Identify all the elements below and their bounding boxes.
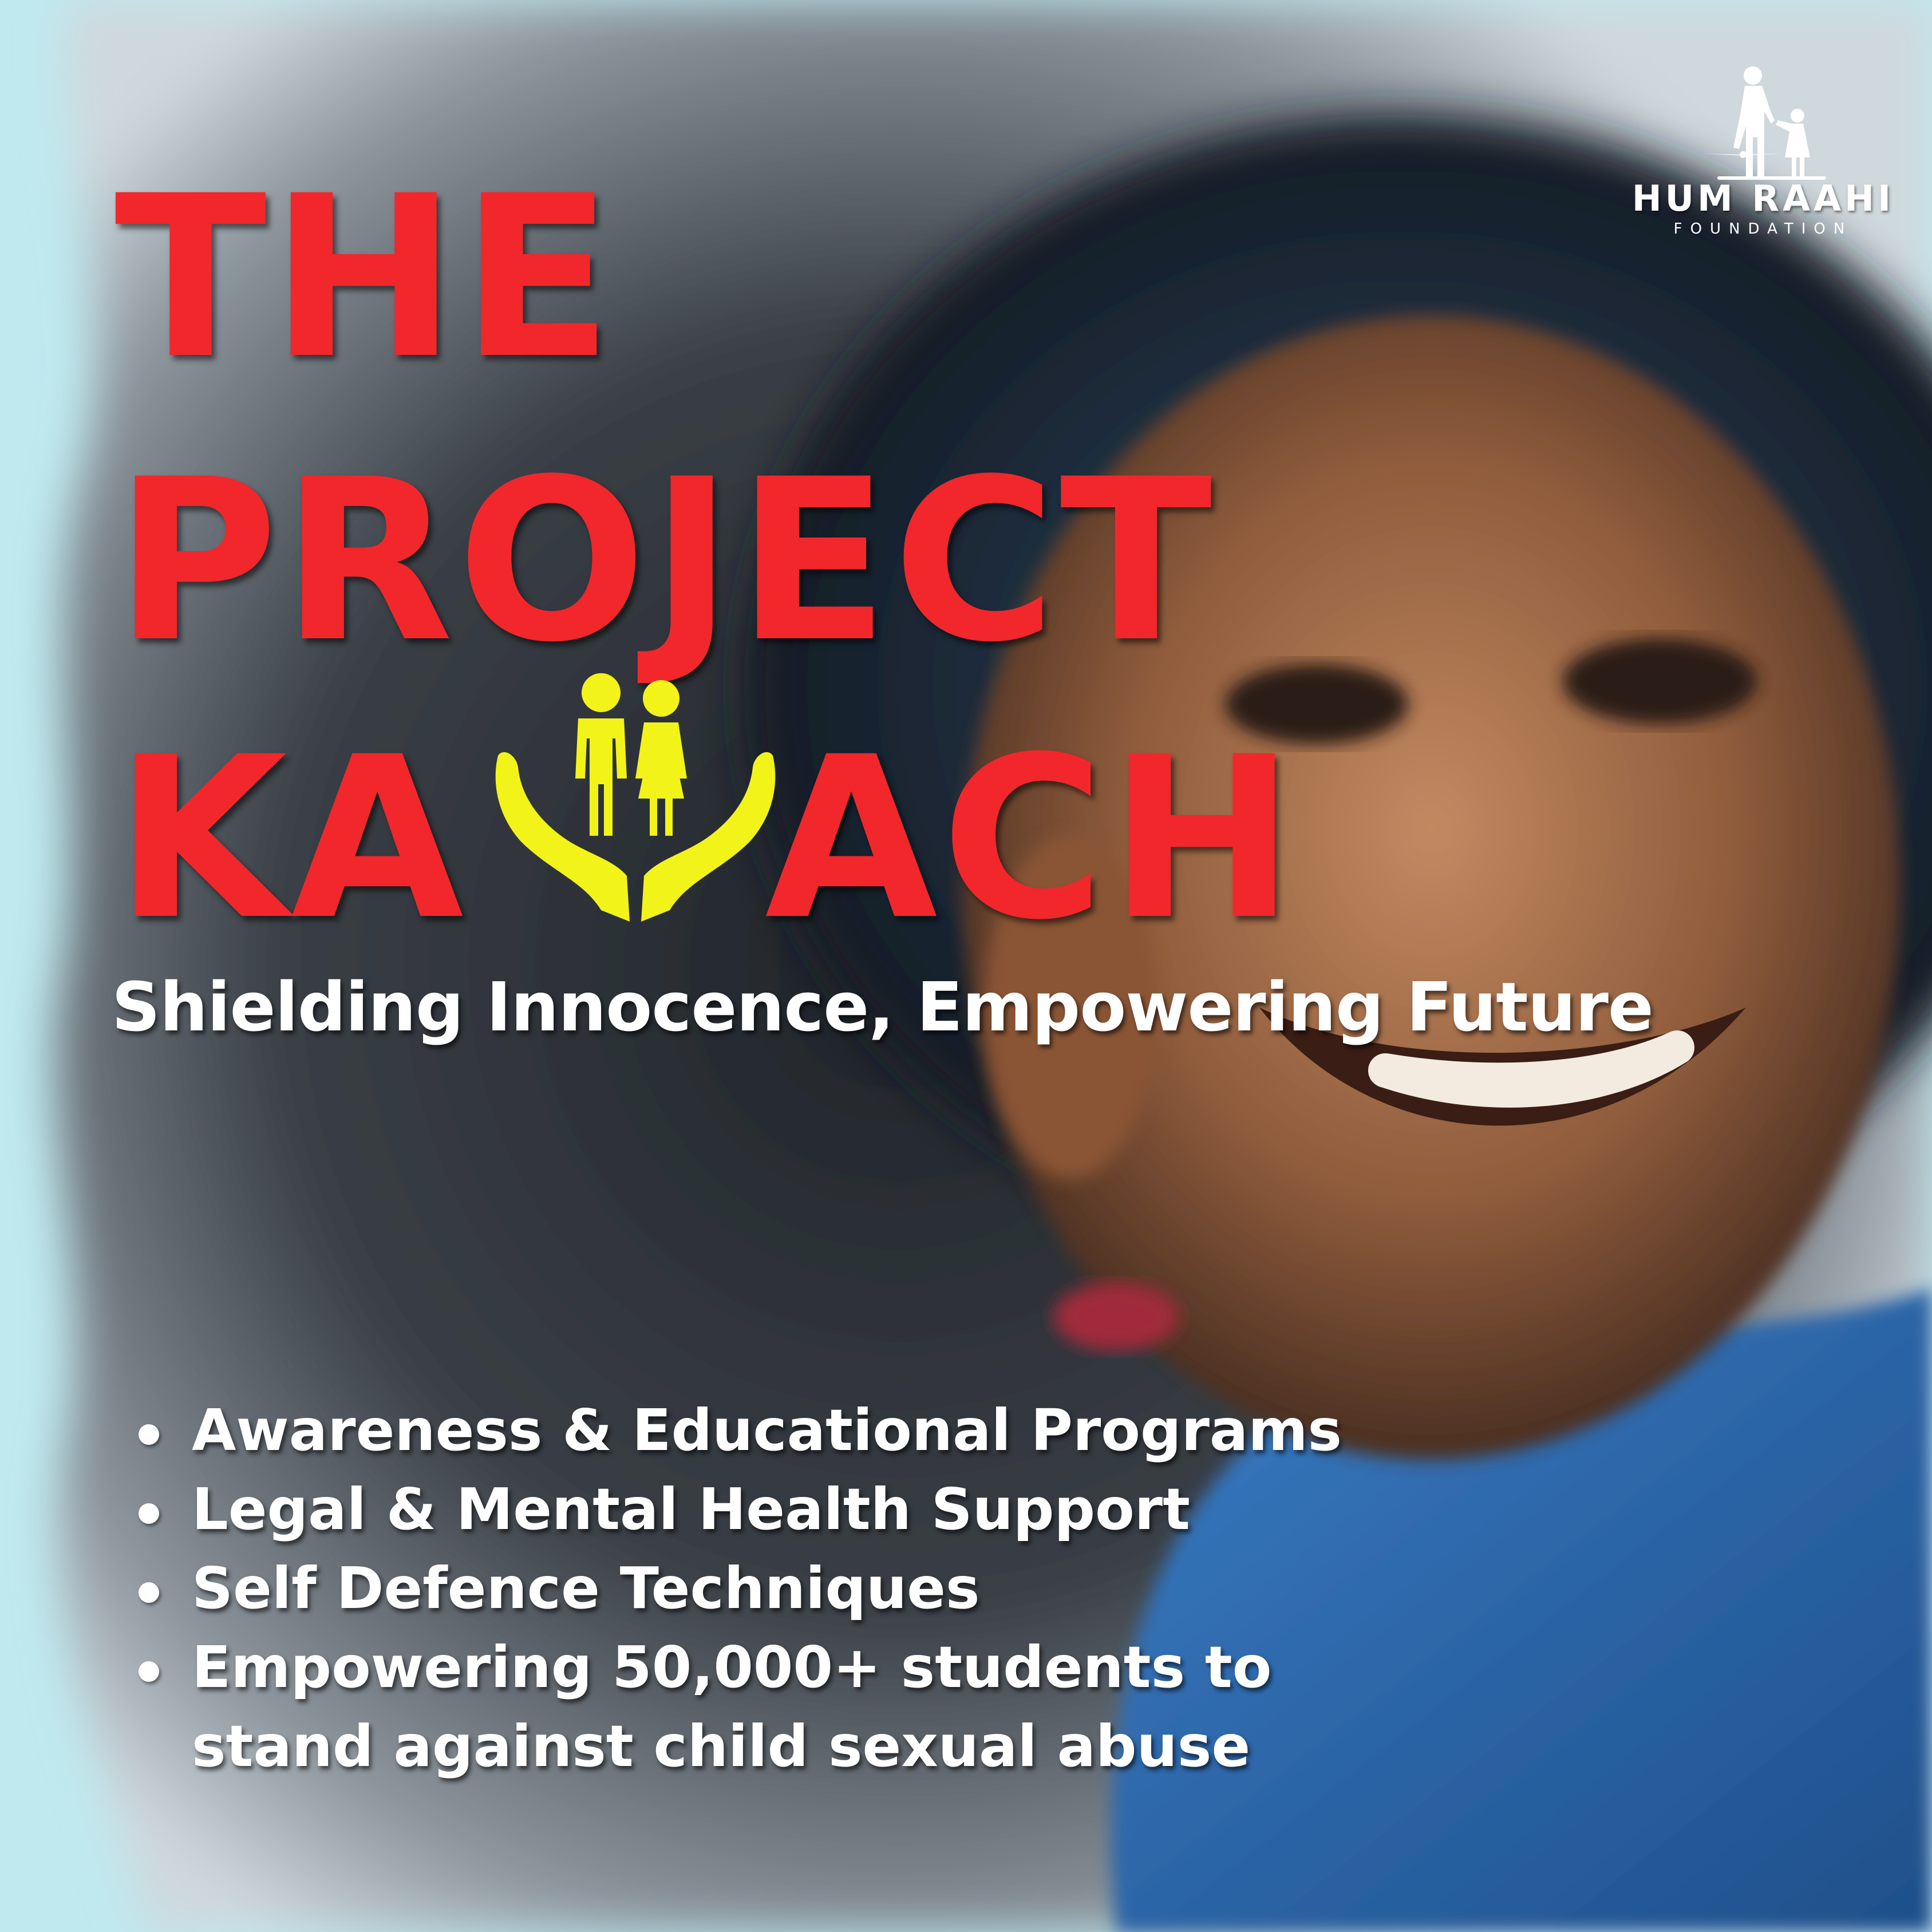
bullet-icon (139, 1582, 159, 1603)
feature-text: Awareness & Educational Programs (192, 1397, 1342, 1464)
list-item: Legal & Mental Health Support (132, 1470, 1342, 1549)
title-line-project: PROJECT (114, 431, 1216, 691)
bullet-icon (139, 1503, 159, 1524)
list-item: Self Defence Techniques (132, 1549, 1342, 1628)
feature-text: Self Defence Techniques (192, 1555, 980, 1622)
bullet-icon (139, 1661, 159, 1682)
poster: THE PROJECT KA ACH Shielding Innocence, E… (0, 0, 1932, 1932)
sparkle-icon (1703, 151, 1783, 158)
title-kavach-start: KA (114, 709, 468, 969)
list-item: Empowering 50,000+ students to stand agai… (132, 1628, 1342, 1786)
logo-name: HUM RAAHI (1631, 177, 1895, 219)
title-kavach-end: ACH (765, 709, 1299, 969)
title-line-the: THE (114, 148, 617, 408)
tagline: Shielding Innocence, Empowering Future (112, 967, 1654, 1046)
feature-text: Legal & Mental Health Support (192, 1476, 1190, 1543)
list-item: Awareness & Educational Programs (132, 1391, 1342, 1470)
children-in-hands-icon (495, 673, 776, 922)
feature-list: Awareness & Educational Programs Legal &… (132, 1391, 1342, 1786)
bullet-icon (139, 1424, 159, 1445)
logo-subtitle: FOUNDATION (1673, 220, 1853, 238)
feature-text-continued: stand against child sexual abuse (192, 1713, 1251, 1780)
feature-text: Empowering 50,000+ students to (192, 1634, 1272, 1701)
